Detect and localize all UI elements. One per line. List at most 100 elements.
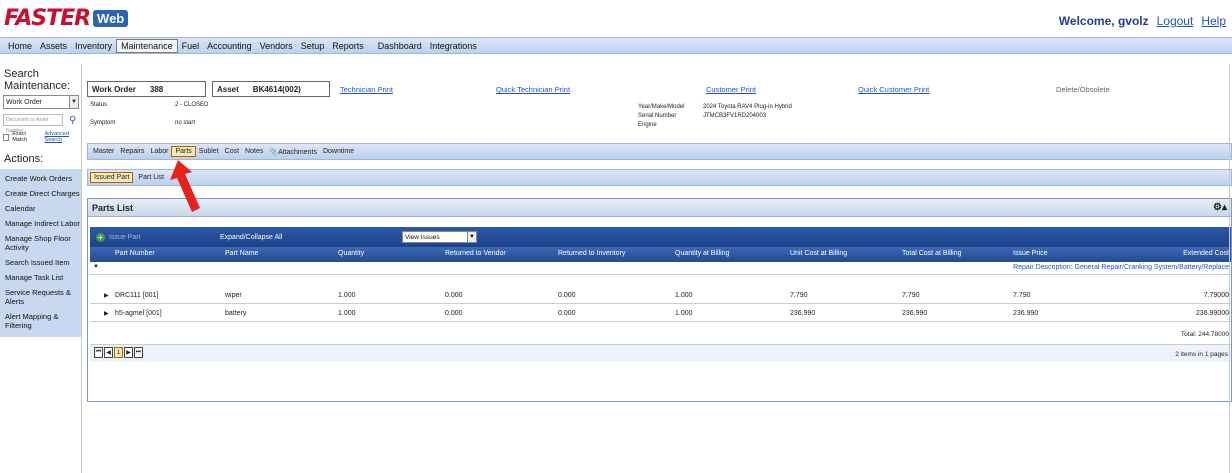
search-type-value: Work Order [6,98,43,106]
tab-repairs[interactable]: Repairs [117,147,147,156]
cell-part-name: wiper [225,292,242,299]
caret-down-icon[interactable]: ▼ [93,264,99,270]
search-type-select[interactable]: Work Order ▼ [3,95,79,109]
asset-number[interactable]: BK4614(002) [243,85,301,94]
username: gvolz [1117,14,1149,28]
paperclip-icon: 📎 [269,148,279,156]
last-page-icon[interactable]: ⏭ [134,347,143,358]
view-select[interactable]: View Issues ▼ [402,231,477,243]
search-input[interactable]: Document or Asset Number [3,114,63,134]
tab-cost[interactable]: Cost [222,147,242,156]
issue-part-button[interactable]: + Issue Part [96,232,141,242]
top-header: FASTER Web Welcome, gvolz Logout Help [0,0,1232,36]
expand-row-icon[interactable]: ▶ [104,310,109,317]
action-search-issued-item[interactable]: Search Issued Item [0,255,81,270]
help-link[interactable]: Help [1201,14,1226,28]
tab-notes[interactable]: Notes [242,147,266,156]
expand-collapse-all[interactable]: Expand/Collapse All [220,234,282,241]
panel-title: Parts List [92,202,134,213]
cell-quantity: 1.000 [338,310,356,317]
delete-obsolete-link[interactable]: Delete/Obsolete [1056,85,1110,94]
col-returned-to-vendor[interactable]: Returned to Vendor [445,250,506,257]
action-service-requests-alerts[interactable]: Service Requests & Alerts [0,285,81,309]
prev-page-icon[interactable]: ◀ [104,347,113,358]
table-row[interactable]: ▶ DRC111 [001] wiper 1.000 0.000 0.000 1… [90,287,1231,304]
col-quantity-at-billing[interactable]: Quantity at Billing [675,250,729,257]
expand-row-icon[interactable]: ▶ [104,292,109,299]
tab-downtime[interactable]: Downtime [320,147,357,156]
advanced-search-link[interactable]: Advanced Search [45,131,81,143]
status-value: 2 - CLOSED [175,102,209,108]
status-label: Status [90,102,108,108]
actions-title: Actions: [4,153,44,165]
cell-quantity: 1.000 [338,292,356,299]
action-manage-shop-floor-activity[interactable]: Manage Shop Floor Activity [0,231,81,255]
technician-print-link[interactable]: Technician Print [340,85,393,94]
table-row[interactable]: ▶ h5-agmel [001] battery 1.000 0.000 0.0… [90,305,1231,322]
quick-technician-print-link[interactable]: Quick Technician Print [496,85,570,94]
cell-part-number: DRC111 [001] [115,292,159,299]
left-sidebar: Search Maintenance: Work Order ▼ Documen… [0,64,82,473]
cell-extended-cost: 7.79000 [1203,292,1229,299]
nav-fuel[interactable]: Fuel [178,40,204,52]
col-total-cost-at-billing[interactable]: Total Cost at Billing [902,250,962,257]
tab-issued-part[interactable]: Issued Part [90,172,134,183]
nav-assets[interactable]: Assets [36,40,71,52]
work-order-label: Work Order [92,84,136,94]
total-extended-cost: Total: 244.78000 [1180,331,1229,338]
col-issue-price[interactable]: Issue Price [1013,250,1048,257]
search-icon[interactable]: ⚲ [69,115,76,126]
col-extended-cost[interactable]: Extended Cost [1183,250,1229,257]
work-order-box: Work Order 388 [87,81,206,97]
col-part-name[interactable]: Part Name [225,250,258,257]
logo-badge: Web [93,10,129,27]
tab-part-list[interactable]: Part List [135,173,167,182]
action-alert-mapping-filtering[interactable]: Alert Mapping & Filtering [0,309,81,333]
asset-label: Asset [217,84,239,94]
pager: ⏮ ◀ 1 ▶ ⏭ [94,347,143,358]
tab-attachments[interactable]: 📎Attachments [266,147,320,157]
nav-dashboard[interactable]: Dashboard [374,40,426,52]
col-unit-cost-at-billing[interactable]: Unit Cost at Billing [790,250,847,257]
quick-customer-print-link[interactable]: Quick Customer Print [858,85,929,94]
nav-home[interactable]: Home [4,40,36,52]
nav-accounting[interactable]: Accounting [203,40,256,52]
nav-inventory[interactable]: Inventory [71,40,116,52]
action-create-direct-charges[interactable]: Create Direct Charges [0,186,81,201]
cell-unit-cost: 236.990 [790,310,816,317]
cell-total-cost: 7.790 [902,292,920,299]
work-order-tabs: Master Repairs Labor Parts Sublet Cost N… [87,143,1232,160]
col-part-number[interactable]: Part Number [115,250,155,257]
nav-maintenance[interactable]: Maintenance [116,38,178,53]
next-page-icon[interactable]: ▶ [124,347,133,358]
group-row[interactable]: ▼ Repair Description: General Repair/Cra… [90,263,1231,275]
cell-unit-cost: 7.790 [790,292,808,299]
asset-box: Asset BK4614(002) [212,81,330,97]
action-manage-task-list[interactable]: Manage Task List [0,270,81,285]
action-calendar[interactable]: Calendar [0,201,81,216]
first-page-icon[interactable]: ⏮ [94,347,103,358]
action-manage-indirect-labor[interactable]: Manage Indirect Labor [0,216,81,231]
action-create-work-orders[interactable]: Create Work Orders [0,171,81,186]
work-order-number[interactable]: 388 [140,85,163,94]
nav-setup[interactable]: Setup [297,40,329,52]
tab-labor[interactable]: Labor [148,147,172,156]
logout-link[interactable]: Logout [1157,14,1194,28]
col-returned-to-inventory[interactable]: Returned to Inventory [558,250,625,257]
symptom-label: Symptom [90,120,116,126]
nav-reports[interactable]: Reports [328,40,368,52]
tab-sublet[interactable]: Sublet [196,147,222,156]
tab-parts[interactable]: Parts [171,146,196,157]
nav-vendors[interactable]: Vendors [256,40,297,52]
tab-master[interactable]: Master [90,147,117,156]
nav-integrations[interactable]: Integrations [426,40,481,52]
faster-web-logo[interactable]: FASTER Web [4,6,129,31]
exact-match-checkbox[interactable] [3,133,10,141]
gear-icon[interactable]: ⚙▴ [1213,202,1227,213]
plus-icon: + [96,232,105,242]
right-divider [1229,64,1230,473]
page-number[interactable]: 1 [114,347,123,358]
col-quantity[interactable]: Quantity [338,250,364,257]
customer-print-link[interactable]: Customer Print [706,85,756,94]
issue-part-label: Issue Part [109,233,141,241]
